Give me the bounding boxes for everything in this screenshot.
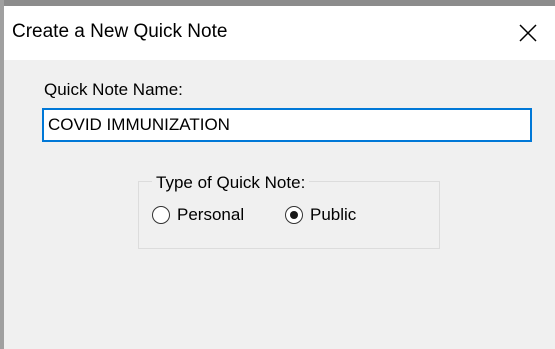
- close-button[interactable]: [501, 6, 555, 60]
- radio-public-selected-dot: [290, 211, 298, 219]
- page: Create a New Quick Note Quick Note Name:…: [0, 0, 555, 349]
- quick-note-name-label: Quick Note Name:: [44, 80, 183, 99]
- radio-public-circle[interactable]: [285, 206, 303, 224]
- radio-personal[interactable]: Personal: [152, 205, 244, 225]
- window-title: Create a New Quick Note: [12, 21, 228, 42]
- quick-note-name-input[interactable]: [42, 108, 532, 142]
- type-of-quick-note-label: Type of Quick Note:: [152, 173, 310, 193]
- title-bar[interactable]: Create a New Quick Note: [4, 6, 555, 60]
- radio-personal-label[interactable]: Personal: [177, 205, 244, 225]
- radio-personal-circle[interactable]: [152, 206, 170, 224]
- quick-note-dialog: Create a New Quick Note Quick Note Name:…: [0, 0, 555, 349]
- dialog-body: Quick Note Name: Type of Quick Note: Per…: [4, 60, 555, 349]
- radio-public[interactable]: Public: [285, 205, 356, 225]
- close-icon: [519, 24, 537, 42]
- radio-public-label[interactable]: Public: [310, 205, 356, 225]
